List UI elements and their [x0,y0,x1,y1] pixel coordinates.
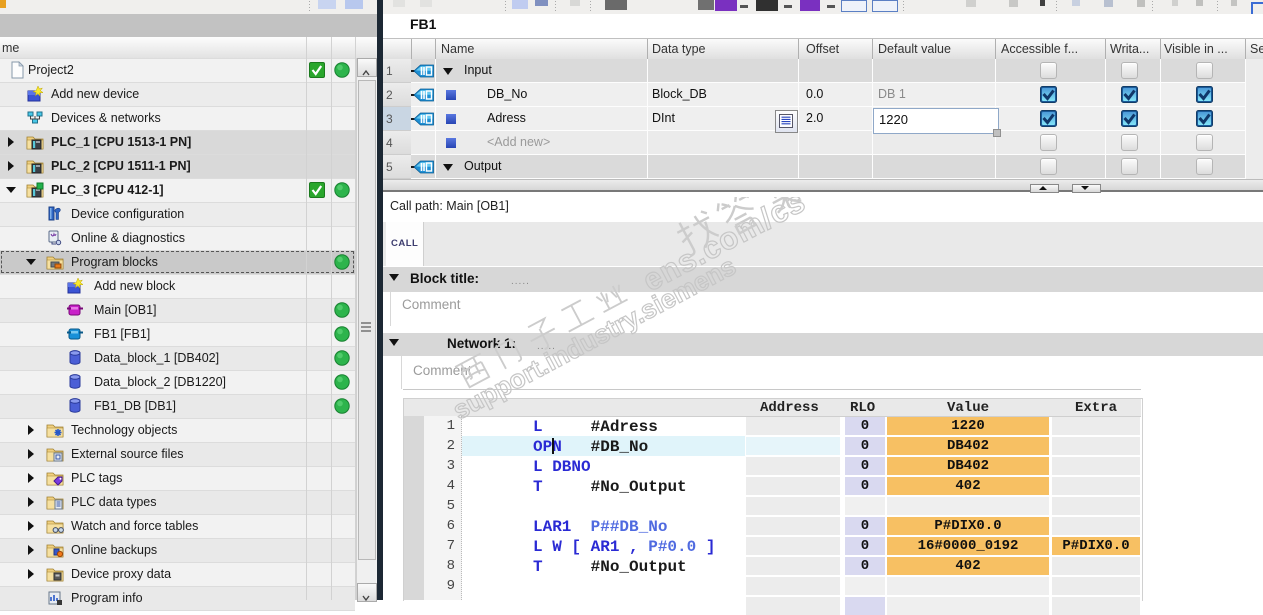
svg-text:support.industry.siemens: support.industry.siemens [448,250,741,425]
